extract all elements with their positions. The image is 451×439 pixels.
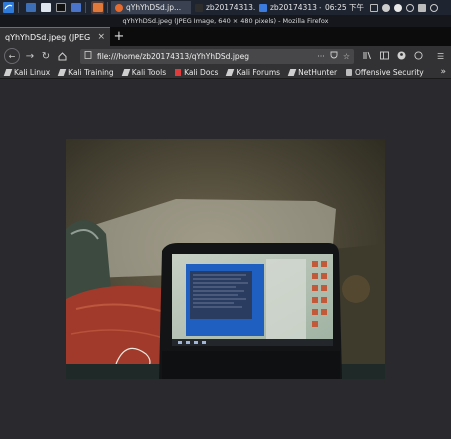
bookmark-kali-linux[interactable]: Kali Linux [3,67,51,77]
workspace-1-button[interactable] [24,1,37,14]
home-icon [58,51,66,60]
arrow-left-icon: ← [8,51,16,61]
clock[interactable]: 06:25 下午 [325,2,364,13]
reload-icon: ↻ [41,50,51,62]
kali-icon [57,68,67,76]
bookmark-label: Kali Forums [236,67,281,77]
bookmark-label: Kali Linux [14,67,51,77]
network-icon[interactable] [370,3,378,12]
taskbar-item-label: zb20174313... [206,3,255,12]
new-tab-button[interactable]: + [110,27,128,46]
navigation-toolbar: ← → ↻ file:///home/zb20174313/qYhYhDSd.j… [0,46,451,66]
forward-button[interactable]: → [22,48,38,64]
url-bar[interactable]: file:///home/zb20174313/qYhYhDSd.jpeg ··… [80,48,354,64]
system-tray [370,3,438,12]
terminal-icon [55,3,66,12]
bookmark-kali-forums[interactable]: Kali Forums [226,67,281,77]
library-icon[interactable] [363,51,372,62]
panel-separator [85,2,86,13]
kali-icon [226,68,235,76]
bookmark-star-icon[interactable]: ☆ [343,52,350,61]
home-button[interactable] [54,48,70,64]
tab-image[interactable]: qYhYhDSd.jpeg (JPEG Image × [0,27,110,46]
taskbar-item-label: zb20174313 -... [270,3,321,12]
bookmark-label: Offensive Security [355,67,424,77]
arrow-right-icon: → [25,50,35,62]
kali-icon [287,68,297,76]
hamburger-menu-icon[interactable]: ☰ [437,52,444,61]
reload-button[interactable]: ↻ [38,48,54,64]
browser-launch-button[interactable] [69,1,82,14]
bookmark-kali-training[interactable]: Kali Training [57,67,114,77]
volume-icon[interactable] [382,3,390,12]
browser-icon [70,3,81,12]
displayed-image[interactable] [66,139,385,379]
firefox-icon [115,3,123,12]
window-icon [195,3,203,12]
taskbar-item-firefox[interactable]: qYhYhDSd.jp... [111,1,191,14]
bookmark-label: Kali Tools [131,67,167,77]
lock-icon[interactable] [418,3,426,12]
kali-icon [3,68,13,76]
workspace-switcher[interactable] [91,1,104,14]
offsec-icon [346,68,353,76]
folder-icon [40,3,51,12]
panel-separator [18,2,19,13]
notification-icon[interactable] [394,3,402,12]
back-button[interactable]: ← [4,48,20,64]
power-icon[interactable] [406,3,414,12]
chevron-right-icon[interactable]: » [440,66,446,79]
extension-icon[interactable] [414,50,423,62]
app-icon [259,3,267,12]
app-menu-button[interactable] [2,1,15,14]
url-text[interactable]: file:///home/zb20174313/qYhYhDSd.jpeg [97,52,312,61]
kali-icon [121,68,130,76]
page-info-icon[interactable] [84,51,92,61]
page-content [0,80,451,439]
bookmark-kali-docs[interactable]: Kali Docs [175,68,218,77]
bookmarks-toolbar: Kali Linux Kali Training Kali Tools Kali… [0,66,451,79]
bookmark-label: Kali Docs [184,67,219,77]
tab-strip: qYhYhDSd.jpeg (JPEG Image × + [0,27,451,46]
page-actions-icon[interactable]: ··· [317,52,325,61]
taskbar-item-window-2[interactable]: zb20174313... [191,1,255,14]
pocket-icon[interactable] [330,51,338,61]
taskbar-item-label: qYhYhDSd.jp... [126,3,182,12]
docs-icon [175,68,182,76]
panel-separator [107,2,108,13]
terminal-icon [25,3,36,12]
bookmark-kali-tools[interactable]: Kali Tools [121,67,167,77]
toolbar-right: ☰ [363,50,444,62]
firefox-icon [92,3,103,12]
terminal-button[interactable] [54,1,67,14]
close-tab-icon[interactable]: × [97,32,105,42]
bookmark-nethunter[interactable]: NetHunter [287,67,338,77]
sidebar-icon[interactable] [380,51,389,62]
window-title: qYhYhDSd.jpeg (JPEG Image, 640 × 480 pix… [0,15,451,27]
bookmark-offensive-security[interactable]: Offensive Security [346,68,424,77]
kali-menu-icon [3,2,14,13]
webcam-photo-image [66,139,385,379]
taskbar-item-window-3[interactable]: zb20174313 -... [255,1,321,14]
bookmark-label: Kali Training [68,67,114,77]
account-icon[interactable] [397,51,406,62]
bookmark-label: NetHunter [298,67,338,77]
shutdown-icon[interactable] [430,3,438,12]
top-panel: qYhYhDSd.jp... zb20174313... zb20174313 … [0,0,451,15]
tab-label: qYhYhDSd.jpeg (JPEG Image [5,32,93,42]
file-manager-button[interactable] [39,1,52,14]
